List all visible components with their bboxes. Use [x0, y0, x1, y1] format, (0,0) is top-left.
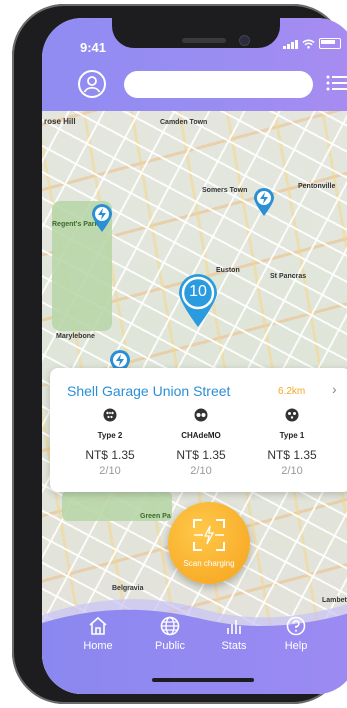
connector-name: Type 2 [97, 431, 123, 440]
phone-frame: rose Hill Camden Town Somers Town Penton… [12, 4, 347, 704]
station-card[interactable]: Shell Garage Union Street 6.2km › Type 2… [50, 368, 347, 492]
map-label-pentonville: Pentonville [298, 183, 336, 190]
type1-plug-icon [285, 408, 299, 422]
chademo-plug-icon [194, 408, 208, 422]
connector-chademo: CHAdeMO NT$ 1.35 2/10 [156, 408, 246, 477]
speaker-grill [182, 38, 226, 43]
charging-pin-icon[interactable] [90, 203, 114, 233]
map-label-camden-town: Camden Town [160, 119, 208, 126]
map-label-st-pancras: St Pancras [270, 273, 307, 280]
device-notch [112, 18, 280, 48]
map-label-green-park: Green Pa [140, 513, 171, 520]
top-header: 9:41 [42, 18, 347, 111]
search-input[interactable] [124, 71, 313, 98]
connector-price: NT$ 1.35 [85, 448, 135, 462]
tab-public[interactable]: Public [140, 615, 200, 652]
map-label-marylebone: Marylebone [56, 333, 95, 340]
home-icon [89, 616, 107, 635]
charging-pin-icon[interactable] [252, 187, 276, 217]
cluster-pin[interactable]: 10 [176, 272, 220, 328]
connector-price: NT$ 1.35 [267, 448, 317, 462]
profile-button[interactable] [78, 70, 106, 98]
scan-charging-button[interactable]: Scan charging [168, 502, 250, 584]
tab-label: Stats [221, 640, 247, 652]
station-distance: 6.2km [278, 386, 306, 397]
map-label-primrose-hill: rose Hill [44, 117, 76, 126]
app-screen: rose Hill Camden Town Somers Town Penton… [42, 18, 347, 694]
bar-chart-icon [227, 620, 241, 634]
signal-icon [283, 39, 298, 49]
connector-type2: Type 2 NT$ 1.35 2/10 [65, 408, 155, 477]
tab-home[interactable]: Home [68, 615, 128, 652]
connector-name: Type 1 [279, 431, 305, 440]
tab-help[interactable]: Help [266, 615, 326, 652]
cluster-count: 10 [189, 283, 207, 300]
type2-plug-icon [103, 408, 117, 422]
tab-stats[interactable]: Stats [204, 615, 264, 652]
map-label-somers-town: Somers Town [202, 187, 248, 194]
help-icon [286, 616, 306, 636]
connector-availability: 2/10 [99, 465, 121, 477]
bottom-tab-bar: Home Public Stats Help [42, 615, 347, 675]
wifi-icon [302, 39, 315, 49]
connector-availability: 2/10 [281, 465, 303, 477]
station-name[interactable]: Shell Garage Union Street [67, 383, 230, 399]
connector-name: CHAdeMO [181, 431, 221, 440]
globe-icon [160, 616, 180, 636]
list-menu-icon[interactable] [326, 74, 347, 92]
scan-qr-icon [193, 519, 225, 551]
connector-type1: Type 1 NT$ 1.35 2/10 [247, 408, 337, 477]
home-indicator [152, 678, 254, 682]
scan-charging-label: Scan charging [183, 559, 235, 568]
status-icons [283, 38, 341, 49]
chevron-right-icon[interactable]: › [332, 381, 337, 397]
map-label-belgravia: Belgravia [112, 585, 144, 592]
tab-label: Public [155, 640, 185, 652]
user-icon [83, 76, 101, 93]
connector-availability: 2/10 [190, 465, 212, 477]
connector-price: NT$ 1.35 [176, 448, 226, 462]
tab-label: Help [284, 640, 308, 652]
battery-icon [319, 38, 341, 49]
front-camera [240, 36, 249, 45]
tab-label: Home [83, 640, 113, 652]
status-time: 9:41 [80, 40, 107, 55]
